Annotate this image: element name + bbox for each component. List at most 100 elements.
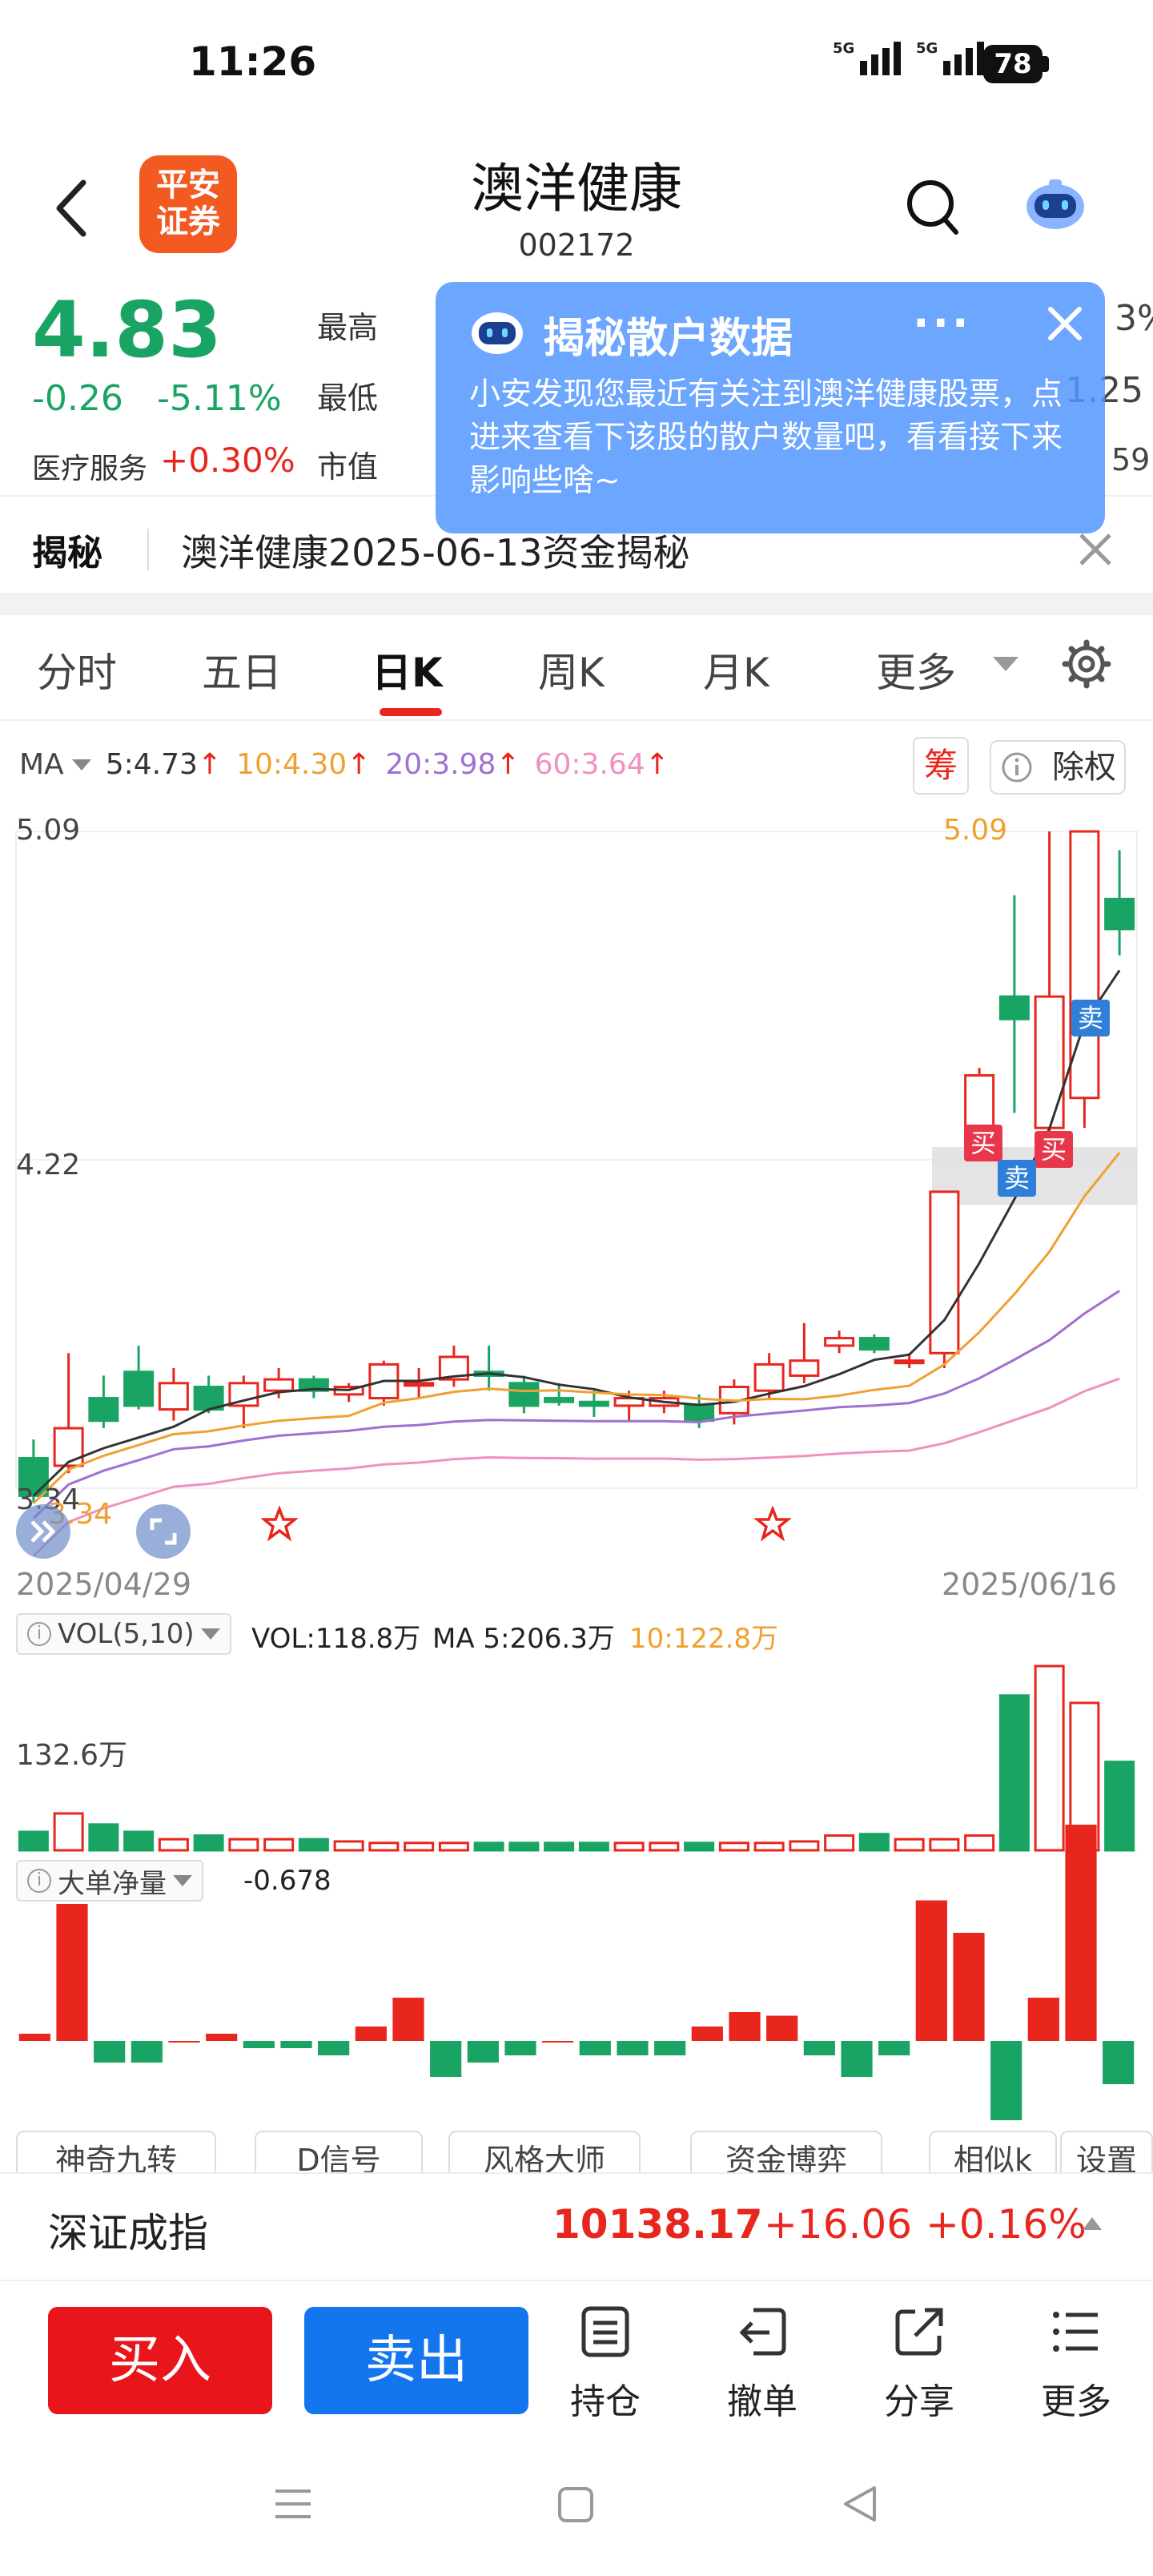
cancel-order-button[interactable]: 撤单 xyxy=(714,2304,810,2424)
buy-signal-badge[interactable]: 买 xyxy=(964,1125,1002,1161)
undo-icon xyxy=(739,2308,786,2356)
big-order-bar xyxy=(766,2015,798,2041)
info-icon: i xyxy=(27,1622,51,1646)
chip-style-master[interactable]: 风格大师 xyxy=(448,2131,641,2172)
sector-change[interactable]: +0.30% xyxy=(160,441,295,480)
candle-body xyxy=(824,1337,855,1347)
gear-icon[interactable] xyxy=(1062,639,1111,689)
big-order-bar xyxy=(94,2041,126,2063)
nav-back-icon[interactable] xyxy=(839,2483,881,2525)
buy-button[interactable]: 买入 xyxy=(48,2307,272,2414)
reveal-label: 揭秘 xyxy=(32,533,102,574)
big-order-bar xyxy=(617,2041,649,2055)
robot-assistant-icon[interactable] xyxy=(1022,176,1089,234)
big-order-bar xyxy=(542,2041,574,2043)
y-tick-mid: 4.22 xyxy=(16,1149,81,1181)
label-high: 最高 xyxy=(317,310,379,345)
signal-label-2: 5G xyxy=(916,40,938,57)
candle-body xyxy=(964,1074,995,1129)
info-icon xyxy=(1002,752,1032,783)
close-icon[interactable] xyxy=(1075,529,1116,570)
nav-home-icon[interactable] xyxy=(557,2486,594,2523)
big-order-bar xyxy=(729,2012,761,2041)
chevron-down-icon[interactable] xyxy=(993,657,1018,671)
sector-name[interactable]: 医疗服务 xyxy=(32,445,147,487)
popup-more-icon[interactable]: ··· xyxy=(913,298,972,348)
tab-monthly-k[interactable]: 月K xyxy=(703,641,769,698)
chip-d-signal[interactable]: D信号 xyxy=(255,2131,423,2172)
label-market-cap: 市值 xyxy=(317,449,379,485)
sell-button[interactable]: 卖出 xyxy=(304,2307,528,2414)
tab-intraday[interactable]: 分时 xyxy=(37,641,117,698)
expand-panel-icon[interactable] xyxy=(14,1503,72,1560)
bigorder-label: 大单净量 xyxy=(58,1867,167,1900)
volume-bar xyxy=(998,1694,1030,1852)
event-star-icon[interactable] xyxy=(261,1506,298,1543)
volume-bar xyxy=(333,1840,364,1852)
tab-weekly-k[interactable]: 周K xyxy=(538,641,605,698)
more-label: 更多 xyxy=(1041,2381,1111,2422)
bigorder-indicator-selector[interactable]: i 大单净量 xyxy=(16,1860,203,1902)
fullscreen-icon[interactable] xyxy=(135,1503,192,1560)
big-order-bar xyxy=(355,2027,387,2041)
chip-magic-nine[interactable]: 神奇九转 xyxy=(16,2131,216,2172)
more-button[interactable]: 更多 xyxy=(1028,2304,1124,2424)
volume-bar xyxy=(753,1841,785,1852)
volume-bar xyxy=(858,1833,890,1852)
cancel-label: 撤单 xyxy=(727,2381,797,2422)
candle-body xyxy=(998,995,1030,1020)
ma5-legend: 5:4.73↑ xyxy=(105,748,223,781)
chevron-up-icon[interactable] xyxy=(1083,2217,1102,2230)
vol-indicator-selector[interactable]: i VOL(5,10) xyxy=(16,1613,231,1655)
search-icon[interactable] xyxy=(903,175,962,239)
current-price: 4.83 xyxy=(32,285,222,375)
logo-text-2: 证券 xyxy=(156,203,220,240)
big-order-bar xyxy=(56,1904,88,2041)
chip-distribution-button[interactable]: 筹 xyxy=(913,737,969,795)
share-label: 分享 xyxy=(884,2381,954,2422)
vol-ma10: 10:122.8万 xyxy=(629,1623,779,1655)
volume-bar xyxy=(544,1841,575,1852)
big-order-bar xyxy=(168,2041,200,2043)
back-arrow-icon[interactable] xyxy=(48,176,96,240)
ma20-legend: 20:3.98↑ xyxy=(385,748,520,781)
status-clock: 11:26 xyxy=(189,38,317,85)
index-change: +16.06 xyxy=(764,2201,913,2248)
candle-body xyxy=(789,1359,820,1377)
nav-menu-icon[interactable] xyxy=(272,2483,314,2525)
index-value: 10138.17 xyxy=(552,2201,763,2248)
tab-daily-k[interactable]: 日K xyxy=(372,641,443,698)
chevron-down-icon[interactable] xyxy=(71,759,91,771)
holdings-button[interactable]: 持仓 xyxy=(557,2304,653,2424)
candle-body xyxy=(53,1427,84,1467)
big-order-bar xyxy=(803,2041,835,2055)
event-star-icon[interactable] xyxy=(754,1506,791,1543)
candle-body xyxy=(544,1397,575,1403)
bigorder-value: -0.678 xyxy=(243,1865,331,1897)
volume-bar xyxy=(1034,1664,1065,1852)
big-order-bar xyxy=(1065,1825,1097,2041)
volume-bar xyxy=(18,1830,49,1852)
volume-bar xyxy=(578,1841,609,1852)
chip-capital-game[interactable]: 资金博弈 xyxy=(690,2131,882,2172)
chip-similar-k[interactable]: 相似k xyxy=(929,2131,1057,2172)
chip-settings[interactable]: 设置 xyxy=(1060,2131,1153,2172)
buy-signal-badge[interactable]: 买 xyxy=(1034,1131,1073,1168)
tab-five-day[interactable]: 五日 xyxy=(202,641,282,698)
sell-signal-badge[interactable]: 卖 xyxy=(998,1160,1036,1197)
share-button[interactable]: 分享 xyxy=(871,2304,967,2424)
big-order-bar xyxy=(392,1998,424,2041)
volume-bar xyxy=(263,1837,295,1852)
candle-body xyxy=(684,1404,715,1423)
candle-body xyxy=(158,1382,189,1411)
tab-more[interactable]: 更多 xyxy=(876,641,956,698)
reveal-separator xyxy=(147,529,149,570)
popup-close-icon[interactable] xyxy=(1041,300,1089,348)
volume-bar xyxy=(508,1841,540,1852)
ma-selector[interactable]: MA xyxy=(19,748,64,781)
index-name: 深证成指 xyxy=(48,2210,208,2256)
volume-bar xyxy=(824,1834,855,1852)
sell-signal-badge[interactable]: 卖 xyxy=(1071,1000,1110,1036)
big-order-bar xyxy=(243,2041,275,2048)
candle-body xyxy=(263,1378,295,1392)
